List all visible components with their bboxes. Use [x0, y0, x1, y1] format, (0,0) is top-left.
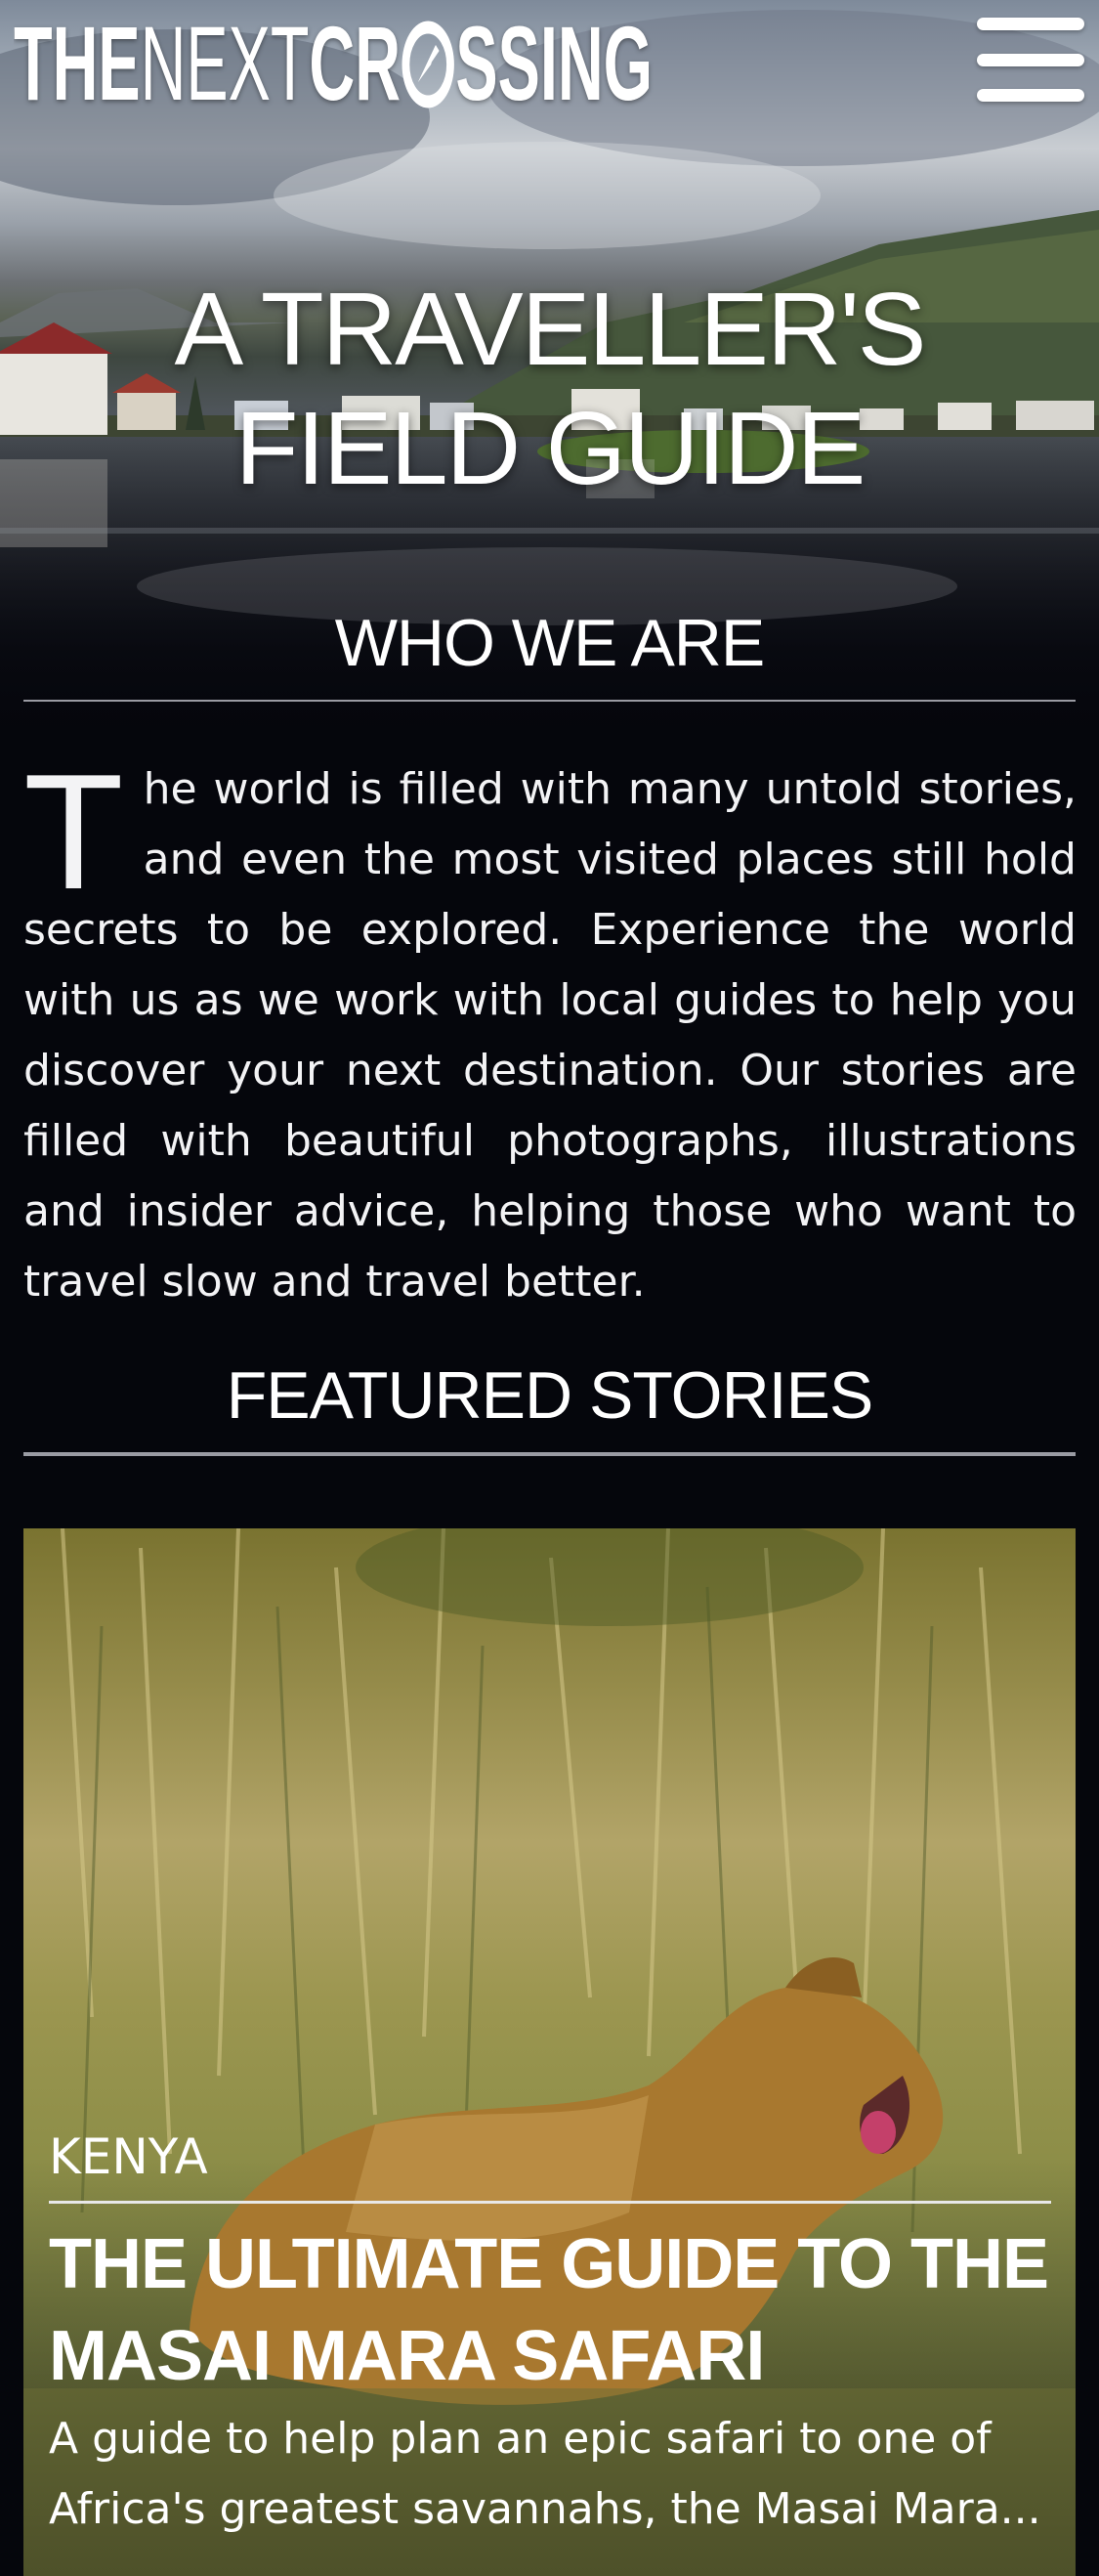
section-divider [23, 700, 1076, 702]
story-divider [49, 2201, 1051, 2204]
who-we-are-heading: WHO WE ARE [334, 606, 766, 680]
story-title[interactable]: THE ULTIMATE GUIDE TO THE MASAI MARA SAF… [49, 2218, 1055, 2402]
menu-bar [977, 89, 1084, 102]
menu-bar [977, 53, 1084, 66]
logo-the: THE [14, 10, 141, 117]
intro-paragraph: The world is filled with many untold sto… [23, 740, 1077, 1317]
story-country: KENYA [49, 2128, 208, 2185]
compass-icon [402, 20, 454, 109]
hamburger-menu-icon[interactable] [977, 18, 1084, 102]
intro-text: he world is filled with many untold stor… [23, 764, 1077, 1307]
logo-ssing: SSING [455, 10, 654, 117]
menu-bar [977, 18, 1084, 30]
featured-stories-heading: FEATURED STORIES [226, 1358, 874, 1433]
logo-next: NEXT [140, 10, 310, 117]
section-divider [23, 1452, 1076, 1456]
hero-title: A TRAVELLER'S FIELD GUIDE [174, 272, 926, 506]
drop-cap: T [23, 740, 124, 923]
story-description: A guide to help plan an epic safari to o… [49, 2414, 1041, 2534]
site-logo[interactable]: THENEXTCR SSING [14, 10, 756, 117]
logo-cr: CR [309, 10, 402, 117]
